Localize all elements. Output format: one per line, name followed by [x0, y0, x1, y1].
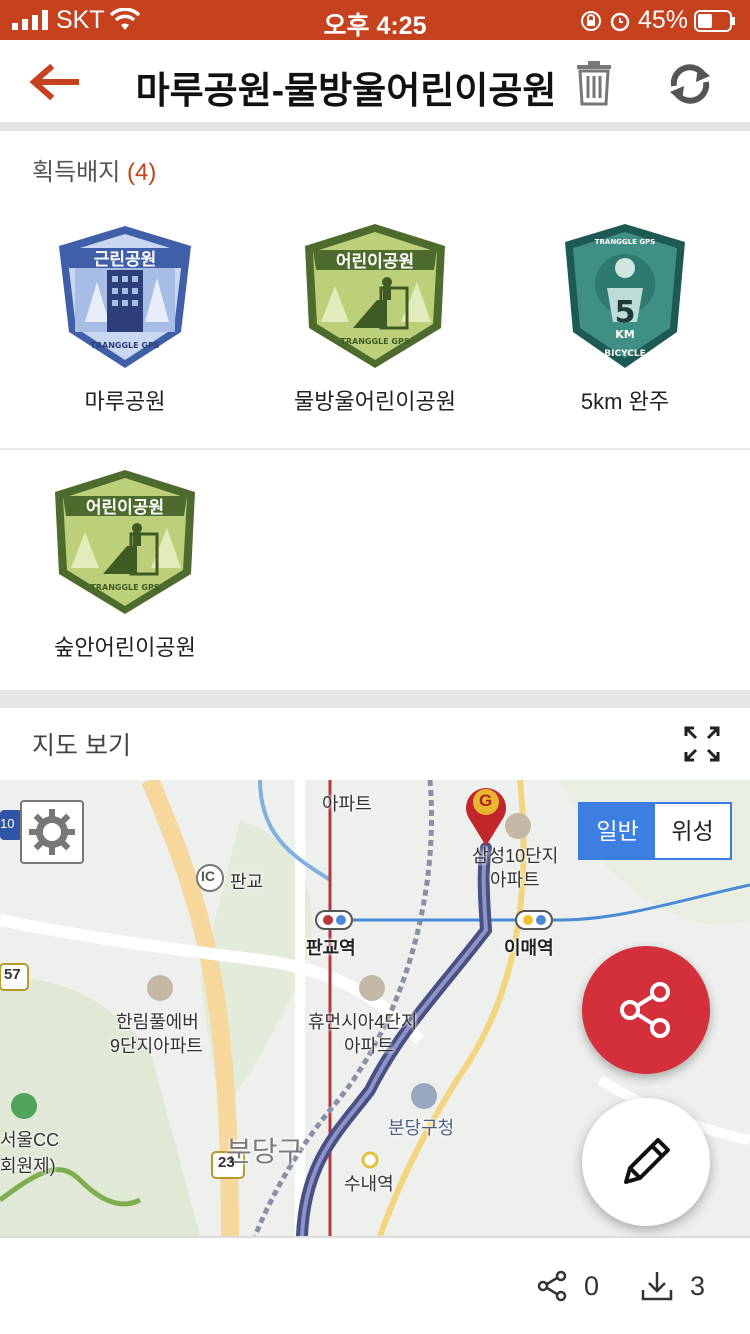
childrens-park-badge-icon: 어린이공원 TRANGGLE GPS	[55, 470, 195, 614]
map-type-satellite-button[interactable]: 위성	[655, 804, 730, 858]
divider	[0, 690, 750, 708]
svg-text:어린이공원: 어린이공원	[336, 252, 414, 272]
edit-fab-button[interactable]	[582, 1098, 710, 1226]
map-label: 분당구	[226, 1136, 304, 1167]
road-number-label: 23	[218, 1154, 235, 1171]
fullscreen-icon[interactable]	[684, 726, 720, 762]
share-icon	[620, 982, 670, 1038]
battery-percent: 45%	[637, 6, 688, 34]
svg-text:근린공원: 근린공원	[94, 250, 157, 270]
route-map[interactable]: 아파트 IC 판교 판교역 삼성10단지 아파트 이매역 한림풀에버 9단지아파…	[0, 780, 750, 1236]
map-type-normal-button[interactable]: 일반	[580, 804, 655, 858]
page-title: 마루공원-물방울어린이공원	[135, 70, 557, 111]
urban-park-badge-icon: 근린공원 TRANGGLE GPS	[59, 226, 191, 368]
map-label: 서울CC	[0, 1130, 60, 1150]
back-arrow-icon[interactable]	[28, 60, 80, 104]
share-count-stat[interactable]: 0	[536, 1270, 599, 1302]
map-label: 한림풀에버	[116, 1012, 199, 1032]
badges-heading: 획득배지 (4)	[32, 159, 157, 186]
divider	[0, 122, 750, 131]
divider	[0, 448, 750, 450]
map-label: 수내역	[344, 1174, 394, 1194]
map-label: 9단지아파트	[110, 1036, 203, 1056]
badge-item[interactable]: 어린이공원 TRANGGLE GPS 숲안어린이공원	[5, 468, 245, 662]
road-number-label: 10	[0, 816, 15, 831]
share-icon	[537, 1270, 567, 1302]
badge-label: 숲안어린이공원	[54, 635, 196, 660]
download-count-stat[interactable]: 3	[640, 1270, 705, 1302]
badge-label: 물방울어린이공원	[294, 389, 456, 414]
map-label: 판교역	[306, 938, 356, 958]
svg-text:어린이공원: 어린이공원	[86, 498, 164, 518]
trash-icon[interactable]	[576, 60, 612, 106]
share-fab-button[interactable]	[582, 946, 710, 1074]
map-settings-button[interactable]	[20, 800, 84, 864]
map-section-title: 지도 보기	[32, 732, 131, 760]
map-label: IC	[201, 868, 215, 884]
badge-item[interactable]: 어린이공원 TRANGGLE GPS 물방울어린이공원	[255, 222, 495, 416]
bicycle-5km-badge-icon: TRANGGLE GPS 5 KM BICYCLE	[565, 224, 685, 368]
svg-text:TRANGGLE GPS: TRANGGLE GPS	[340, 337, 409, 346]
svg-text:5: 5	[615, 295, 636, 330]
map-label: 아파트	[490, 870, 540, 890]
svg-text:TRANGGLE GPS: TRANGGLE GPS	[90, 341, 159, 350]
map-label: 이매역	[504, 938, 554, 958]
refresh-icon[interactable]	[664, 62, 716, 106]
map-label: 아파트	[322, 794, 372, 814]
badge-label: 5km 완주	[580, 389, 670, 414]
status-bar: SKT 오후 4:25 45%	[0, 0, 750, 40]
share-count: 0	[584, 1270, 600, 1301]
gear-icon	[29, 809, 75, 855]
battery-icon	[694, 9, 735, 32]
map-label: 삼성10단지	[472, 846, 559, 866]
road-number-label: 57	[4, 966, 21, 983]
download-icon	[641, 1272, 673, 1301]
download-count: 3	[690, 1270, 706, 1301]
svg-text:TRANGGLE GPS: TRANGGLE GPS	[90, 583, 159, 592]
childrens-park-badge-icon: 어린이공원 TRANGGLE GPS	[305, 224, 445, 368]
svg-text:KM: KM	[615, 328, 634, 341]
map-label: 아파트	[344, 1036, 394, 1056]
badge-item[interactable]: TRANGGLE GPS 5 KM BICYCLE 5km 완주	[505, 222, 745, 416]
badge-item[interactable]: 근린공원 TRANGGLE GPS 마루공원	[5, 222, 245, 416]
map-label: 분당구청	[388, 1118, 455, 1138]
pencil-icon	[624, 1138, 670, 1184]
badge-count: (4)	[127, 159, 157, 186]
map-type-toggle: 일반 위성	[578, 802, 732, 860]
svg-text:TRANGGLE GPS: TRANGGLE GPS	[595, 238, 656, 246]
goal-marker-icon[interactable]: G	[479, 791, 492, 811]
map-label: 판교	[230, 872, 264, 892]
footer-bar: 0 3	[0, 1236, 750, 1334]
map-label: 회원제)	[0, 1156, 56, 1176]
map-label: 휴먼시아4단지	[308, 1012, 418, 1032]
svg-text:BICYCLE: BICYCLE	[604, 349, 646, 359]
header: 마루공원-물방울어린이공원	[0, 40, 750, 124]
badge-label: 마루공원	[84, 389, 166, 414]
rotation-lock-icon	[580, 10, 601, 31]
alarm-icon	[610, 12, 630, 31]
